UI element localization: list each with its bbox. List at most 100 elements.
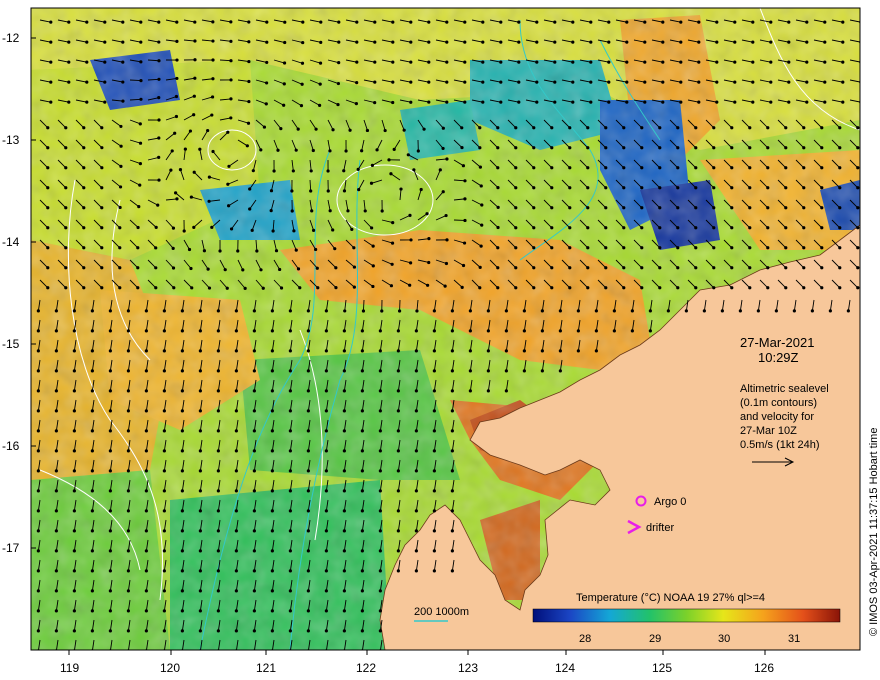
velocity-vector-head	[496, 126, 500, 130]
velocity-vector-head	[445, 238, 449, 242]
velocity-vector-head	[126, 469, 130, 473]
velocity-vector-head	[823, 80, 827, 84]
velocity-vector-head	[823, 100, 827, 104]
velocity-vector-head	[748, 186, 752, 190]
velocity-vector-head	[316, 286, 320, 290]
velocity-vector-head	[389, 284, 394, 288]
velocity-vector-head	[396, 469, 400, 473]
lon-tick: 123	[458, 661, 478, 675]
velocity-vector-head	[72, 509, 76, 513]
velocity-vector-head	[478, 146, 482, 150]
velocity-vector-head	[841, 60, 845, 64]
velocity-vector-head	[568, 166, 572, 170]
velocity-vector-head	[748, 206, 752, 210]
velocity-vector-head	[676, 146, 680, 150]
velocity-vector-head	[72, 549, 76, 553]
velocity-vector-head	[396, 329, 400, 333]
velocity-vector-head	[36, 509, 40, 513]
velocity-vector-head	[702, 309, 706, 313]
velocity-vector-head	[550, 226, 554, 230]
velocity-vector-head	[252, 349, 256, 353]
velocity-vector-head	[378, 549, 382, 553]
velocity-vector-head	[463, 179, 467, 183]
velocity-vector-head	[352, 285, 356, 289]
velocity-vector-head	[784, 206, 788, 210]
velocity-vector-head	[294, 248, 298, 252]
velocity-vector-head	[331, 128, 335, 132]
velocity-vector-head	[234, 409, 238, 413]
velocity-vector-head	[389, 172, 393, 176]
velocity-vector-head	[841, 20, 845, 24]
velocity-vector-head	[36, 629, 40, 633]
velocity-vector-head	[118, 226, 122, 230]
velocity-vector-head	[568, 226, 572, 230]
velocity-vector-head	[550, 126, 554, 130]
velocity-vector-head	[438, 168, 442, 172]
velocity-vector-head	[252, 469, 256, 473]
velocity-vector-head	[787, 60, 791, 64]
velocity-vector-head	[90, 429, 94, 433]
velocity-vector-head	[198, 589, 202, 593]
velocity-vector-head	[622, 146, 626, 150]
velocity-vector-head	[568, 266, 572, 270]
lon-tick: 120	[160, 661, 180, 675]
velocity-vector-head	[496, 146, 500, 150]
velocity-vector	[129, 79, 142, 82]
velocity-vector-head	[684, 309, 688, 313]
velocity-vector-head	[100, 286, 104, 290]
velocity-vector-head	[36, 469, 40, 473]
velocity-vector-head	[226, 182, 230, 186]
lat-tick: -17	[2, 541, 20, 555]
velocity-vector-head	[162, 629, 166, 633]
velocity-vector-head	[190, 286, 194, 290]
velocity-vector-head	[712, 286, 716, 290]
velocity-vector-head	[174, 94, 179, 99]
velocity-vector-head	[415, 309, 419, 313]
velocity-vector-head	[586, 166, 590, 170]
velocity-vector-head	[748, 146, 752, 150]
velocity-vector-head	[414, 569, 418, 573]
velocity-vector-head	[121, 20, 125, 24]
velocity-vector-head	[607, 40, 611, 44]
velocity-vector-head	[371, 264, 375, 268]
velocity-vector-head	[126, 449, 130, 453]
velocity-vector-head	[360, 429, 364, 433]
velocity-vector-head	[568, 186, 572, 190]
velocity-vector-head	[171, 246, 175, 250]
velocity-vector-head	[360, 409, 364, 413]
velocity-vector-head	[223, 268, 227, 272]
velocity-vector-head	[144, 349, 148, 353]
velocity-vector-head	[36, 529, 40, 533]
velocity-vector-head	[643, 40, 647, 44]
velocity-vector-head	[481, 60, 485, 64]
velocity-vector-head	[306, 369, 310, 373]
velocity-vector-head	[108, 309, 112, 313]
velocity-vector-head	[640, 246, 644, 250]
velocity-vector-head	[252, 489, 256, 493]
velocity-vector-head	[630, 329, 634, 333]
velocity-vector-head	[342, 409, 346, 413]
velocity-vector-head	[306, 409, 310, 413]
velocity-vector-head	[157, 118, 161, 122]
velocity-vector-head	[180, 529, 184, 533]
velocity-vector-head	[496, 205, 500, 210]
velocity-vector-head	[306, 469, 310, 473]
velocity-vector-head	[360, 569, 364, 573]
velocity-vector-head	[373, 80, 377, 84]
velocity-vector-head	[360, 589, 364, 593]
velocity-vector-head	[841, 40, 845, 44]
velocity-vector-head	[838, 126, 842, 130]
velocity-vector-head	[348, 128, 352, 132]
velocity-vector-head	[90, 309, 94, 313]
velocity-vector-head	[604, 246, 608, 250]
velocity-vector-head	[445, 40, 449, 44]
velocity-vector-head	[694, 226, 698, 230]
velocity-vector-head	[72, 629, 76, 633]
velocity-vector-head	[604, 166, 608, 170]
velocity-vector-head	[46, 246, 50, 250]
velocity-vector-head	[450, 429, 454, 433]
velocity-vector-head	[784, 126, 788, 130]
velocity-vector-head	[479, 184, 483, 188]
velocity-vector-head	[604, 126, 608, 130]
velocity-vector-head	[108, 509, 112, 513]
